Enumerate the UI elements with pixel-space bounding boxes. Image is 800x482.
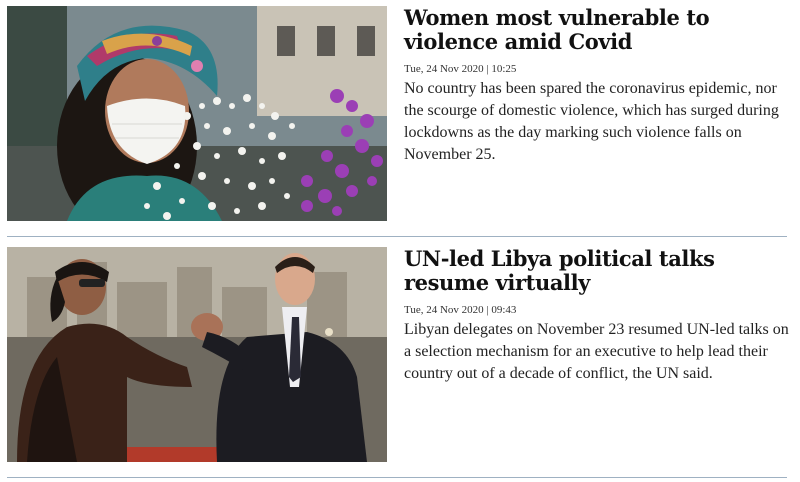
article-timestamp: Tue, 24 Nov 2020 | 10:25 [404, 63, 517, 75]
article-headline[interactable]: Women most vulnerable to violence amid C… [404, 6, 789, 54]
article-thumbnail[interactable] [7, 247, 387, 462]
article-timestamp: Tue, 24 Nov 2020 | 09:43 [404, 304, 517, 316]
article-text: Women most vulnerable to violence amid C… [404, 6, 789, 166]
article-thumbnail[interactable] [7, 6, 387, 221]
two-leaders-handshake-photo [7, 247, 387, 462]
article-headline[interactable]: UN-led Libya political talks resume virt… [404, 247, 789, 295]
article-divider [7, 477, 787, 478]
article-summary: Libyan delegates on November 23 resumed … [404, 321, 789, 382]
article-text: UN-led Libya political talks resume virt… [404, 247, 789, 385]
article-divider [7, 236, 787, 237]
woman-mask-flowers-photo [7, 6, 387, 221]
article-summary: No country has been spared the coronavir… [404, 80, 779, 163]
